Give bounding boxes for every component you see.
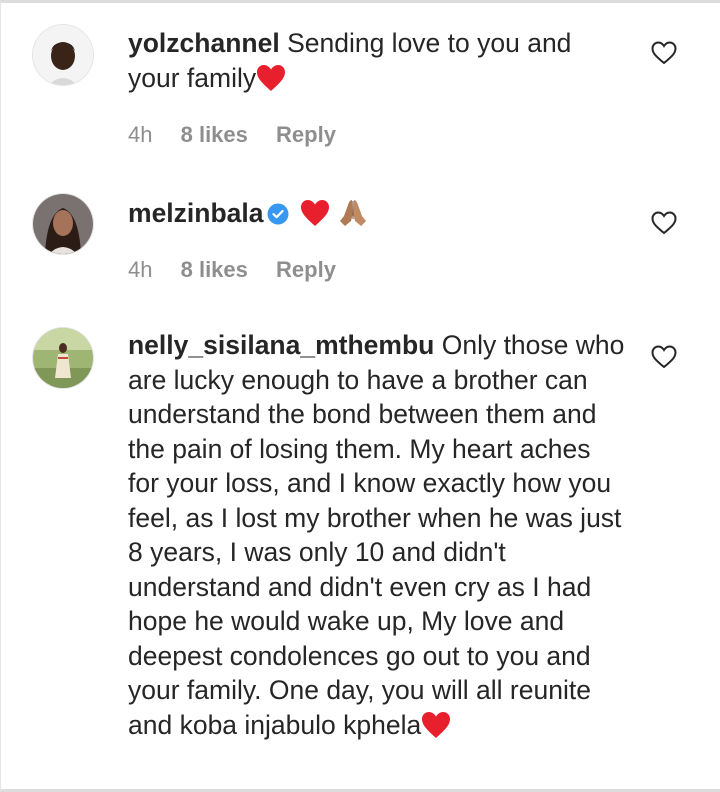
comment-body: Only those who are lucky enough to have … [128, 330, 625, 740]
comment-text-block: melzinbala [128, 196, 628, 236]
reply-button[interactable]: Reply [276, 257, 336, 282]
red-heart-emoji [300, 199, 330, 236]
comment-username[interactable]: melzinbala [128, 198, 264, 228]
avatar[interactable] [33, 25, 93, 85]
comment-meta: 4h 8 likes Reply [128, 257, 358, 283]
comment-username[interactable]: yolzchannel [128, 28, 280, 58]
comment-text-block: yolzchannel Sending love to you and your… [128, 26, 628, 100]
heart-outline-icon[interactable] [651, 345, 677, 369]
comment-meta: 4h 8 likes Reply [128, 122, 358, 148]
comment-username[interactable]: nelly_sisilana_mthembu [128, 330, 434, 360]
avatar[interactable] [33, 194, 93, 254]
folded-hands-emoji [337, 197, 369, 236]
red-heart-emoji [256, 64, 286, 101]
heart-outline-icon[interactable] [651, 41, 677, 65]
heart-outline-icon[interactable] [651, 211, 677, 235]
comments-panel: yolzchannel Sending love to you and your… [0, 0, 720, 792]
red-heart-emoji [421, 711, 451, 748]
comment-timestamp: 4h [128, 257, 153, 282]
comment-likes[interactable]: 8 likes [181, 257, 248, 282]
comment-likes[interactable]: 8 likes [181, 122, 248, 147]
verified-badge-icon [267, 199, 289, 234]
avatar[interactable] [33, 328, 93, 388]
comment-text-block: nelly_sisilana_mthembu Only those who ar… [128, 328, 628, 747]
reply-button[interactable]: Reply [276, 122, 336, 147]
comment-timestamp: 4h [128, 122, 153, 147]
